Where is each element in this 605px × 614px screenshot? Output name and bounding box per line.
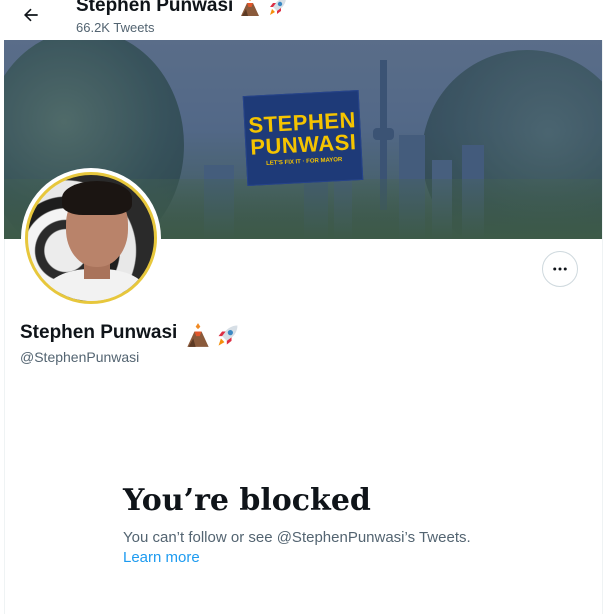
tweet-count: 66.2K Tweets [76,20,155,35]
blocked-title: You’re blocked [123,483,371,518]
profile-name: Stephen Punwasi [20,322,238,347]
rocket-icon [215,322,238,346]
profile-name-text: Stephen Punwasi [20,322,178,343]
profile-header: Stephen Punwasi 66.2K Tweets [0,0,605,40]
rocket-icon [267,0,289,17]
volcano-icon [185,322,209,347]
learn-more-link[interactable]: Learn more [123,549,200,566]
profile-handle: @StephenPunwasi [20,349,140,365]
volcano-icon [239,0,261,17]
blocked-description: You can’t follow or see @StephenPunwasi’… [123,529,471,546]
more-options-button[interactable] [542,251,578,287]
arrow-left-icon [24,8,38,22]
sign-line-2: PUNWASI [249,129,358,160]
more-horizontal-icon [553,267,567,271]
back-button[interactable] [18,2,44,28]
header-name: Stephen Punwasi [76,0,234,16]
avatar-image [25,172,157,304]
campaign-sign: STEPHEN PUNWASI LET'S FIX IT · FOR MAYOR [242,90,364,186]
avatar-hair [62,181,132,215]
header-title: Stephen Punwasi [76,0,289,17]
avatar[interactable] [21,168,161,308]
